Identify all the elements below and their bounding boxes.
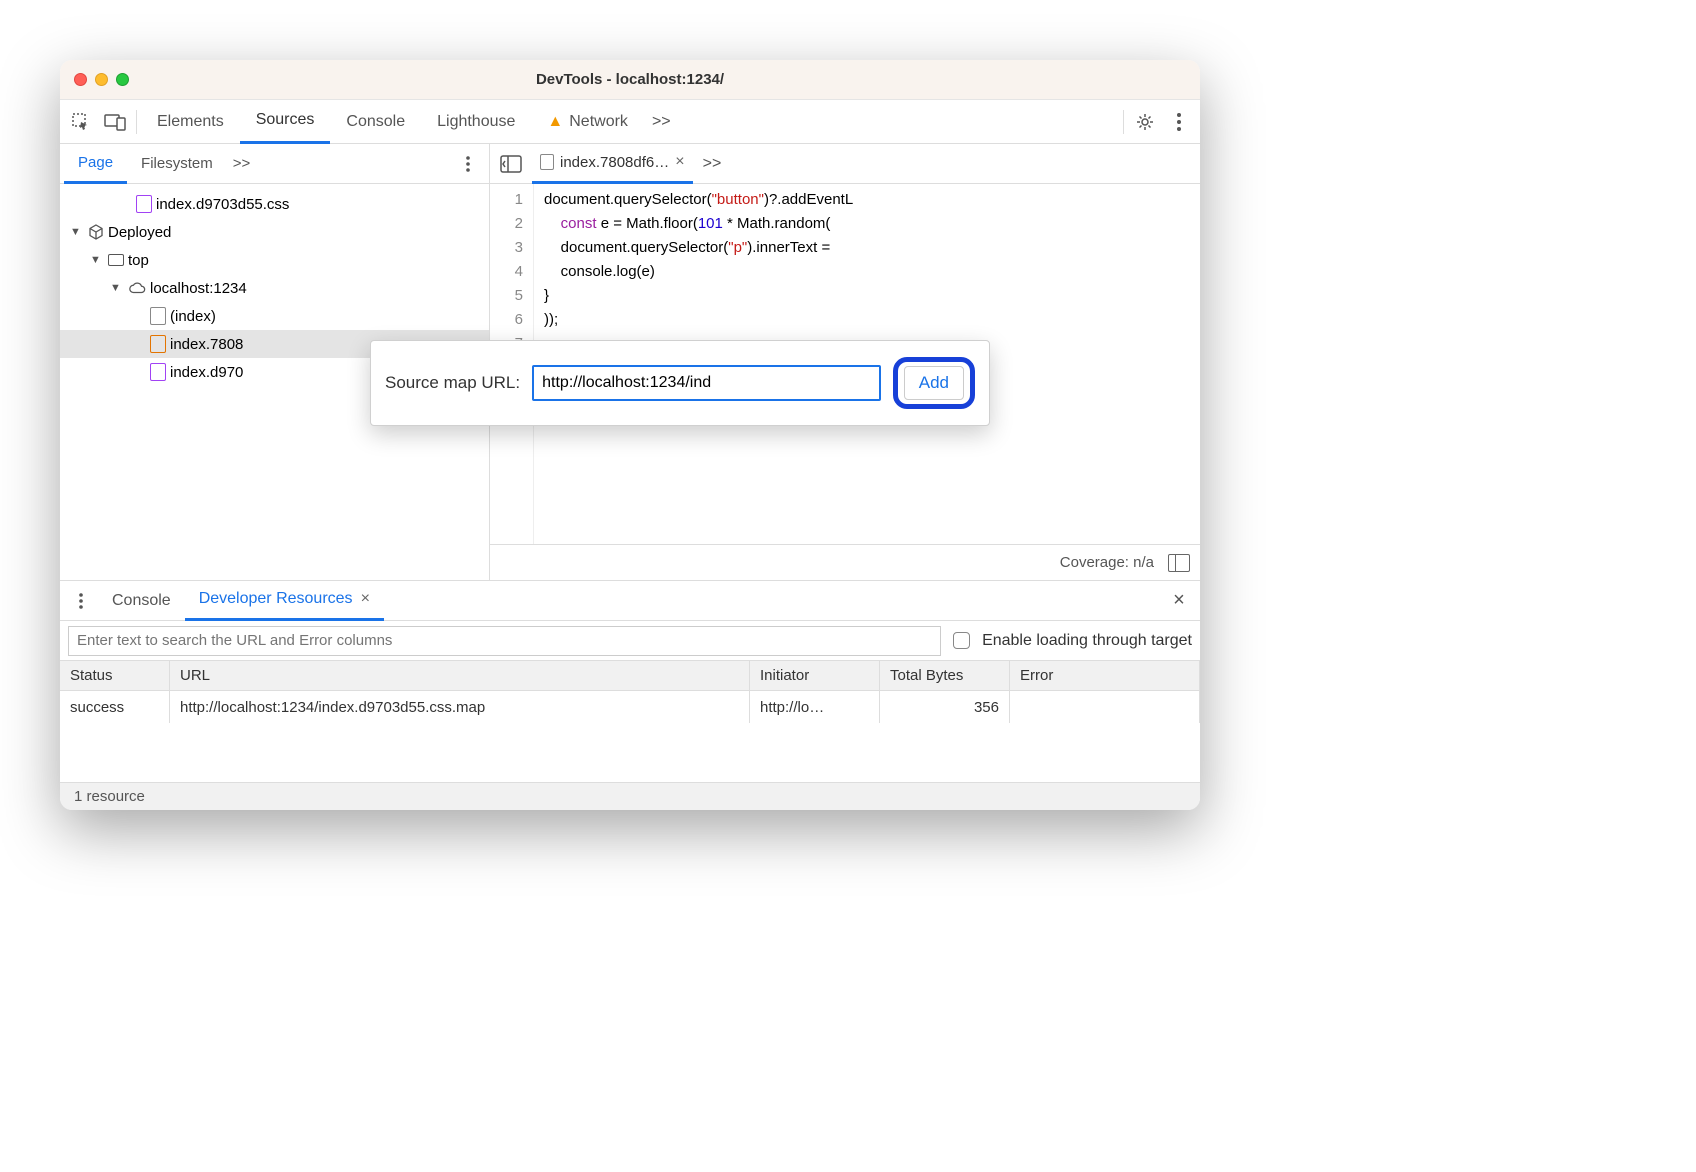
col-total-bytes[interactable]: Total Bytes (880, 661, 1010, 690)
frame-icon (108, 254, 124, 266)
source-map-url-label: Source map URL: (385, 373, 520, 393)
cloud-icon (128, 282, 146, 294)
close-window-button[interactable] (74, 73, 87, 86)
col-error[interactable]: Error (1010, 661, 1200, 690)
resource-search-input[interactable] (68, 626, 941, 656)
navigator-menu-icon[interactable] (451, 147, 485, 181)
devtools-window: DevTools - localhost:1234/ Elements Sour… (60, 60, 1200, 810)
enable-loading-checkbox[interactable] (953, 632, 970, 649)
drawer-tab-label: Developer Resources (199, 590, 353, 608)
col-initiator[interactable]: Initiator (750, 661, 880, 690)
css-file-icon (150, 363, 166, 381)
window-controls (74, 73, 129, 86)
source-map-url-input[interactable] (532, 365, 881, 401)
editor-statusbar: Coverage: n/a (490, 544, 1200, 580)
settings-icon[interactable] (1128, 105, 1162, 139)
editor-tabbar: index.7808df6… × >> (490, 144, 1200, 184)
drawer-tab-developer-resources[interactable]: Developer Resources × (185, 581, 384, 621)
warning-icon: ▲ (547, 113, 563, 131)
css-file-icon (136, 195, 152, 213)
tree-label: localhost:1234 (150, 280, 247, 297)
add-button[interactable]: Add (904, 366, 964, 400)
resource-table-header: Status URL Initiator Total Bytes Error (60, 661, 1200, 691)
tab-lighthouse[interactable]: Lighthouse (421, 100, 531, 144)
close-drawer-tab-button[interactable]: × (361, 590, 370, 608)
source-map-url-dialog: Source map URL: Add (370, 340, 990, 426)
tree-file-css[interactable]: index.d9703d55.css (60, 190, 489, 218)
tab-elements[interactable]: Elements (141, 100, 240, 144)
close-drawer-button[interactable]: × (1162, 584, 1196, 618)
chevron-down-icon: ▼ (70, 226, 84, 238)
tab-console[interactable]: Console (330, 100, 421, 144)
tree-domain-localhost[interactable]: ▼ localhost:1234 (60, 274, 489, 302)
window-title: DevTools - localhost:1234/ (60, 71, 1200, 88)
tree-label: top (128, 252, 149, 269)
navigator-tab-filesystem[interactable]: Filesystem (127, 144, 227, 184)
chevron-down-icon: ▼ (90, 254, 104, 266)
minimize-window-button[interactable] (95, 73, 108, 86)
drawer-tab-console[interactable]: Console (98, 581, 185, 621)
resource-table-body: success http://localhost:1234/index.d970… (60, 691, 1200, 782)
resource-table-row[interactable]: success http://localhost:1234/index.d970… (60, 691, 1200, 723)
editor-tab-label: index.7808df6… (560, 154, 669, 171)
titlebar: DevTools - localhost:1234/ (60, 60, 1200, 100)
add-button-highlight: Add (893, 357, 975, 409)
editor-tab-active[interactable]: index.7808df6… × (532, 144, 693, 184)
col-url[interactable]: URL (170, 661, 750, 690)
enable-loading-label: Enable loading through target (982, 632, 1192, 650)
tree-group-deployed[interactable]: ▼ Deployed (60, 218, 489, 246)
file-icon (540, 154, 554, 170)
inspect-element-icon[interactable] (64, 105, 98, 139)
document-file-icon (150, 307, 166, 325)
more-menu-icon[interactable] (1162, 105, 1196, 139)
chevron-down-icon: ▼ (110, 282, 124, 294)
maximize-window-button[interactable] (116, 73, 129, 86)
drawer-tabbar: Console Developer Resources × × (60, 581, 1200, 621)
drawer-statusbar: 1 resource (60, 782, 1200, 810)
tab-sources[interactable]: Sources (240, 100, 331, 144)
coverage-label: Coverage: n/a (1060, 554, 1154, 571)
toggle-sidebar-icon[interactable] (1168, 554, 1190, 572)
tree-label: index.7808 (170, 336, 243, 353)
tree-label: index.d9703d55.css (156, 196, 289, 213)
main-toolbar: Elements Sources Console Lighthouse ▲ Ne… (60, 100, 1200, 144)
tree-frame-top[interactable]: ▼ top (60, 246, 489, 274)
tab-network-label: Network (569, 113, 628, 131)
sources-panel: Page Filesystem >> index.d9703d55.css ▼ (60, 144, 1200, 580)
divider (1123, 110, 1124, 134)
drawer-toolbar: Enable loading through target (60, 621, 1200, 661)
js-file-icon (150, 335, 166, 353)
navigator-overflow[interactable]: >> (227, 144, 257, 184)
cube-icon (88, 224, 104, 240)
resource-count: 1 resource (74, 788, 145, 805)
drawer-menu-icon[interactable] (64, 584, 98, 618)
tree-label: (index) (170, 308, 216, 325)
tree-file-index[interactable]: (index) (60, 302, 489, 330)
navigator-tabs: Page Filesystem >> (60, 144, 489, 184)
tree-label: index.d970 (170, 364, 243, 381)
col-status[interactable]: Status (60, 661, 170, 690)
tab-network[interactable]: ▲ Network (531, 100, 644, 144)
toggle-navigator-icon[interactable] (494, 147, 528, 181)
device-toggle-icon[interactable] (98, 105, 132, 139)
tree-label: Deployed (108, 224, 171, 241)
navigator-tab-page[interactable]: Page (64, 144, 127, 184)
close-tab-button[interactable]: × (675, 153, 684, 171)
divider (136, 110, 137, 134)
tabs-overflow-button[interactable]: >> (644, 100, 679, 144)
editor-tabs-overflow[interactable]: >> (697, 155, 728, 173)
editor-pane: index.7808df6… × >> 1 2 3 4 5 6 7 docume… (490, 144, 1200, 580)
drawer-panel: Console Developer Resources × × Enable l… (60, 580, 1200, 810)
